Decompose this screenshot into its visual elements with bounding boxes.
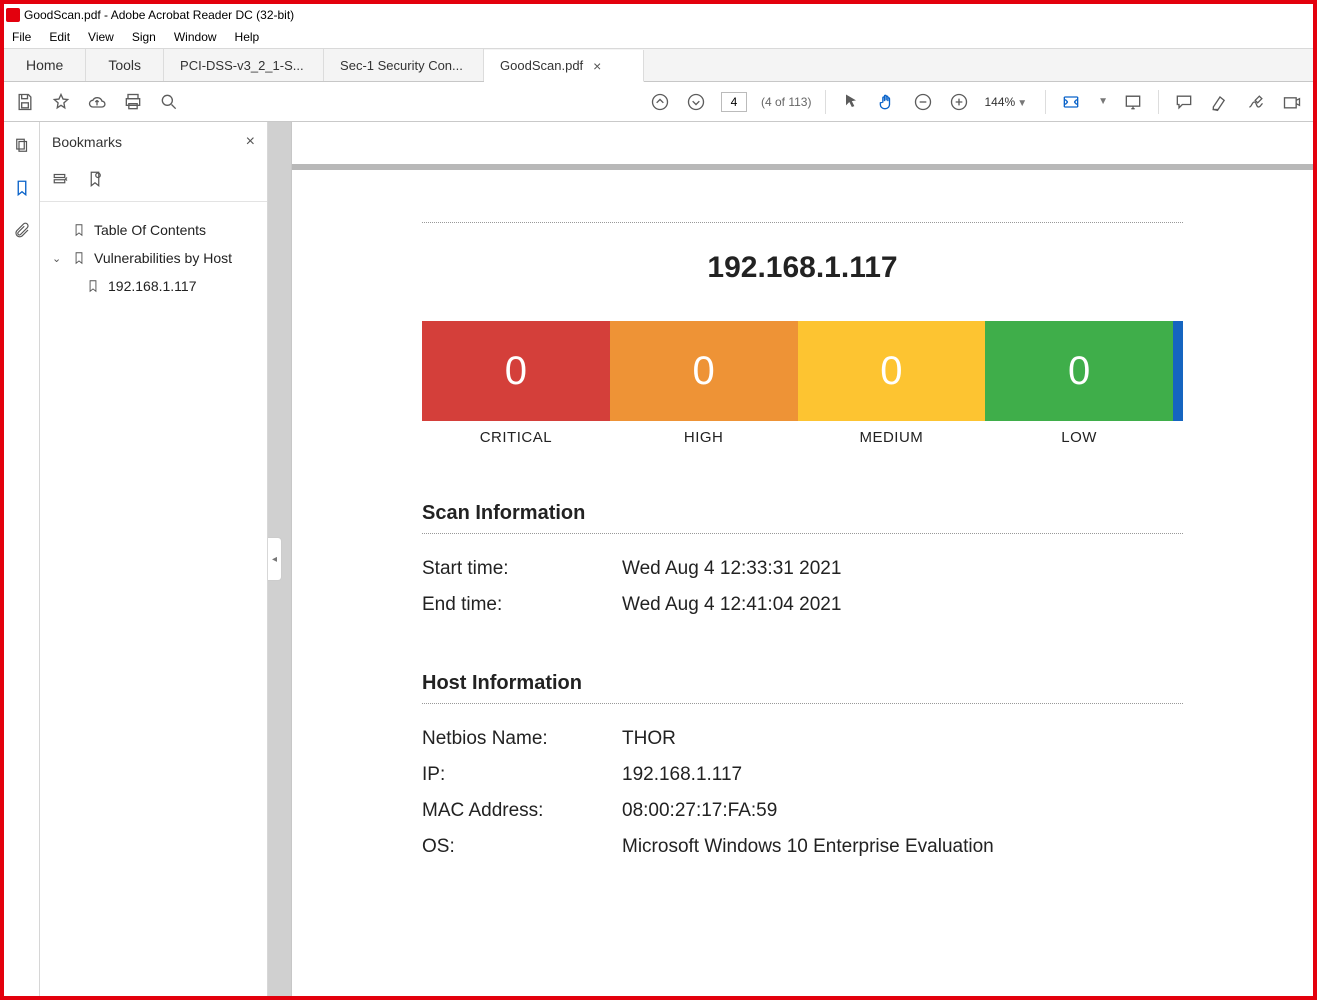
severity-medium-count: 0 (798, 321, 986, 421)
ip-value: 192.168.1.117 (622, 764, 1183, 786)
scan-start-value: Wed Aug 4 12:33:31 2021 (622, 558, 1183, 580)
report-host-title: 192.168.1.117 (422, 222, 1183, 285)
menu-help[interactable]: Help (227, 28, 268, 46)
save-icon[interactable] (14, 91, 36, 113)
document-viewport[interactable]: ◂ 192.168.1.117 0 0 0 0 CRITICAL HIGH (268, 122, 1313, 996)
star-icon[interactable] (50, 91, 72, 113)
fit-width-icon[interactable] (1060, 91, 1082, 113)
bookmarks-panel: Bookmarks × Table Of Contents ⌄ Vulnerab… (40, 122, 268, 996)
netbios-value: THOR (622, 728, 1183, 750)
severity-critical-count: 0 (422, 321, 610, 421)
severity-labels: CRITICAL HIGH MEDIUM LOW (422, 429, 1183, 446)
tab-strip: Home Tools PCI-DSS-v3_2_1-S... Sec-1 Sec… (4, 48, 1313, 82)
menu-file[interactable]: File (4, 28, 39, 46)
severity-low-count: 0 (985, 321, 1173, 421)
menu-bar: File Edit View Sign Window Help (4, 26, 1313, 48)
os-value: Microsoft Windows 10 Enterprise Evaluati… (622, 836, 1183, 858)
page-count: (4 of 113) (761, 95, 811, 109)
window-titlebar: GoodScan.pdf - Adobe Acrobat Reader DC (… (4, 4, 1313, 26)
pan-hand-icon[interactable] (876, 91, 898, 113)
highlight-icon[interactable] (1209, 91, 1231, 113)
comment-icon[interactable] (1173, 91, 1195, 113)
bookmarks-title: Bookmarks (52, 134, 122, 150)
severity-high-count: 0 (610, 321, 798, 421)
sign-icon[interactable] (1245, 91, 1267, 113)
page-down-icon[interactable] (685, 91, 707, 113)
pdf-page: 192.168.1.117 0 0 0 0 CRITICAL HIGH MEDI… (292, 122, 1313, 996)
read-mode-icon[interactable] (1122, 91, 1144, 113)
mac-label: MAC Address: (422, 800, 622, 822)
find-bookmark-icon[interactable] (86, 170, 104, 193)
scan-start-label: Start time: (422, 558, 622, 580)
severity-info-strip (1173, 321, 1183, 421)
zoom-level[interactable]: 144%▼ (984, 95, 1031, 109)
scan-info-heading: Scan Information (422, 502, 1183, 534)
print-icon[interactable] (122, 91, 144, 113)
menu-sign[interactable]: Sign (124, 28, 164, 46)
menu-view[interactable]: View (80, 28, 122, 46)
pointer-icon[interactable] (840, 91, 862, 113)
doc-tab-2[interactable]: GoodScan.pdf × (484, 50, 644, 82)
host-info-heading: Host Information (422, 672, 1183, 704)
bookmark-options-icon[interactable] (52, 170, 70, 193)
bookmark-vuln-label: Vulnerabilities by Host (94, 250, 232, 266)
fit-dropdown-icon[interactable]: ▼ (1098, 96, 1108, 107)
bookmark-toc[interactable]: Table Of Contents (48, 216, 259, 244)
os-label: OS: (422, 836, 622, 858)
scan-end-label: End time: (422, 594, 622, 616)
doc-tab-1-label: Sec-1 Security Con... (340, 58, 463, 73)
left-rail (4, 122, 40, 996)
severity-bar: 0 0 0 0 (422, 321, 1183, 421)
search-icon[interactable] (158, 91, 180, 113)
ip-label: IP: (422, 764, 622, 786)
bookmark-host-ip-label: 192.168.1.117 (108, 278, 197, 294)
page-up-icon[interactable] (649, 91, 671, 113)
bookmark-host-ip[interactable]: 192.168.1.117 (48, 272, 259, 300)
collapse-panel-grip[interactable]: ◂ (268, 537, 282, 581)
close-tab-icon[interactable]: × (593, 58, 601, 74)
mac-value: 08:00:27:17:FA:59 (622, 800, 1183, 822)
bookmarks-rail-icon[interactable] (12, 178, 32, 198)
netbios-label: Netbios Name: (422, 728, 622, 750)
thumbnails-icon[interactable] (12, 136, 32, 156)
zoom-out-icon[interactable] (912, 91, 934, 113)
severity-critical-label: CRITICAL (422, 429, 610, 446)
main-toolbar: (4 of 113) 144%▼ ▼ (4, 82, 1313, 122)
severity-medium-label: MEDIUM (798, 429, 986, 446)
scan-end-value: Wed Aug 4 12:41:04 2021 (622, 594, 1183, 616)
menu-edit[interactable]: Edit (41, 28, 78, 46)
cloud-upload-icon[interactable] (86, 91, 108, 113)
app-icon (6, 8, 20, 22)
more-tools-icon[interactable] (1281, 91, 1303, 113)
bookmark-toc-label: Table Of Contents (94, 222, 206, 238)
severity-low-label: LOW (985, 429, 1173, 446)
zoom-in-icon[interactable] (948, 91, 970, 113)
doc-tab-2-label: GoodScan.pdf (500, 58, 583, 73)
doc-tab-1[interactable]: Sec-1 Security Con... (324, 49, 484, 81)
window-title: GoodScan.pdf - Adobe Acrobat Reader DC (… (24, 8, 294, 22)
doc-tab-0-label: PCI-DSS-v3_2_1-S... (180, 58, 304, 73)
menu-window[interactable]: Window (166, 28, 225, 46)
caret-down-icon[interactable]: ⌄ (52, 252, 64, 265)
bookmark-vuln-by-host[interactable]: ⌄ Vulnerabilities by Host (48, 244, 259, 272)
tab-tools[interactable]: Tools (86, 49, 164, 81)
attachments-icon[interactable] (12, 220, 32, 240)
page-number-input[interactable] (721, 92, 747, 112)
tab-home[interactable]: Home (4, 49, 86, 81)
doc-tab-0[interactable]: PCI-DSS-v3_2_1-S... (164, 49, 324, 81)
close-panel-icon[interactable]: × (246, 133, 255, 151)
severity-high-label: HIGH (610, 429, 798, 446)
